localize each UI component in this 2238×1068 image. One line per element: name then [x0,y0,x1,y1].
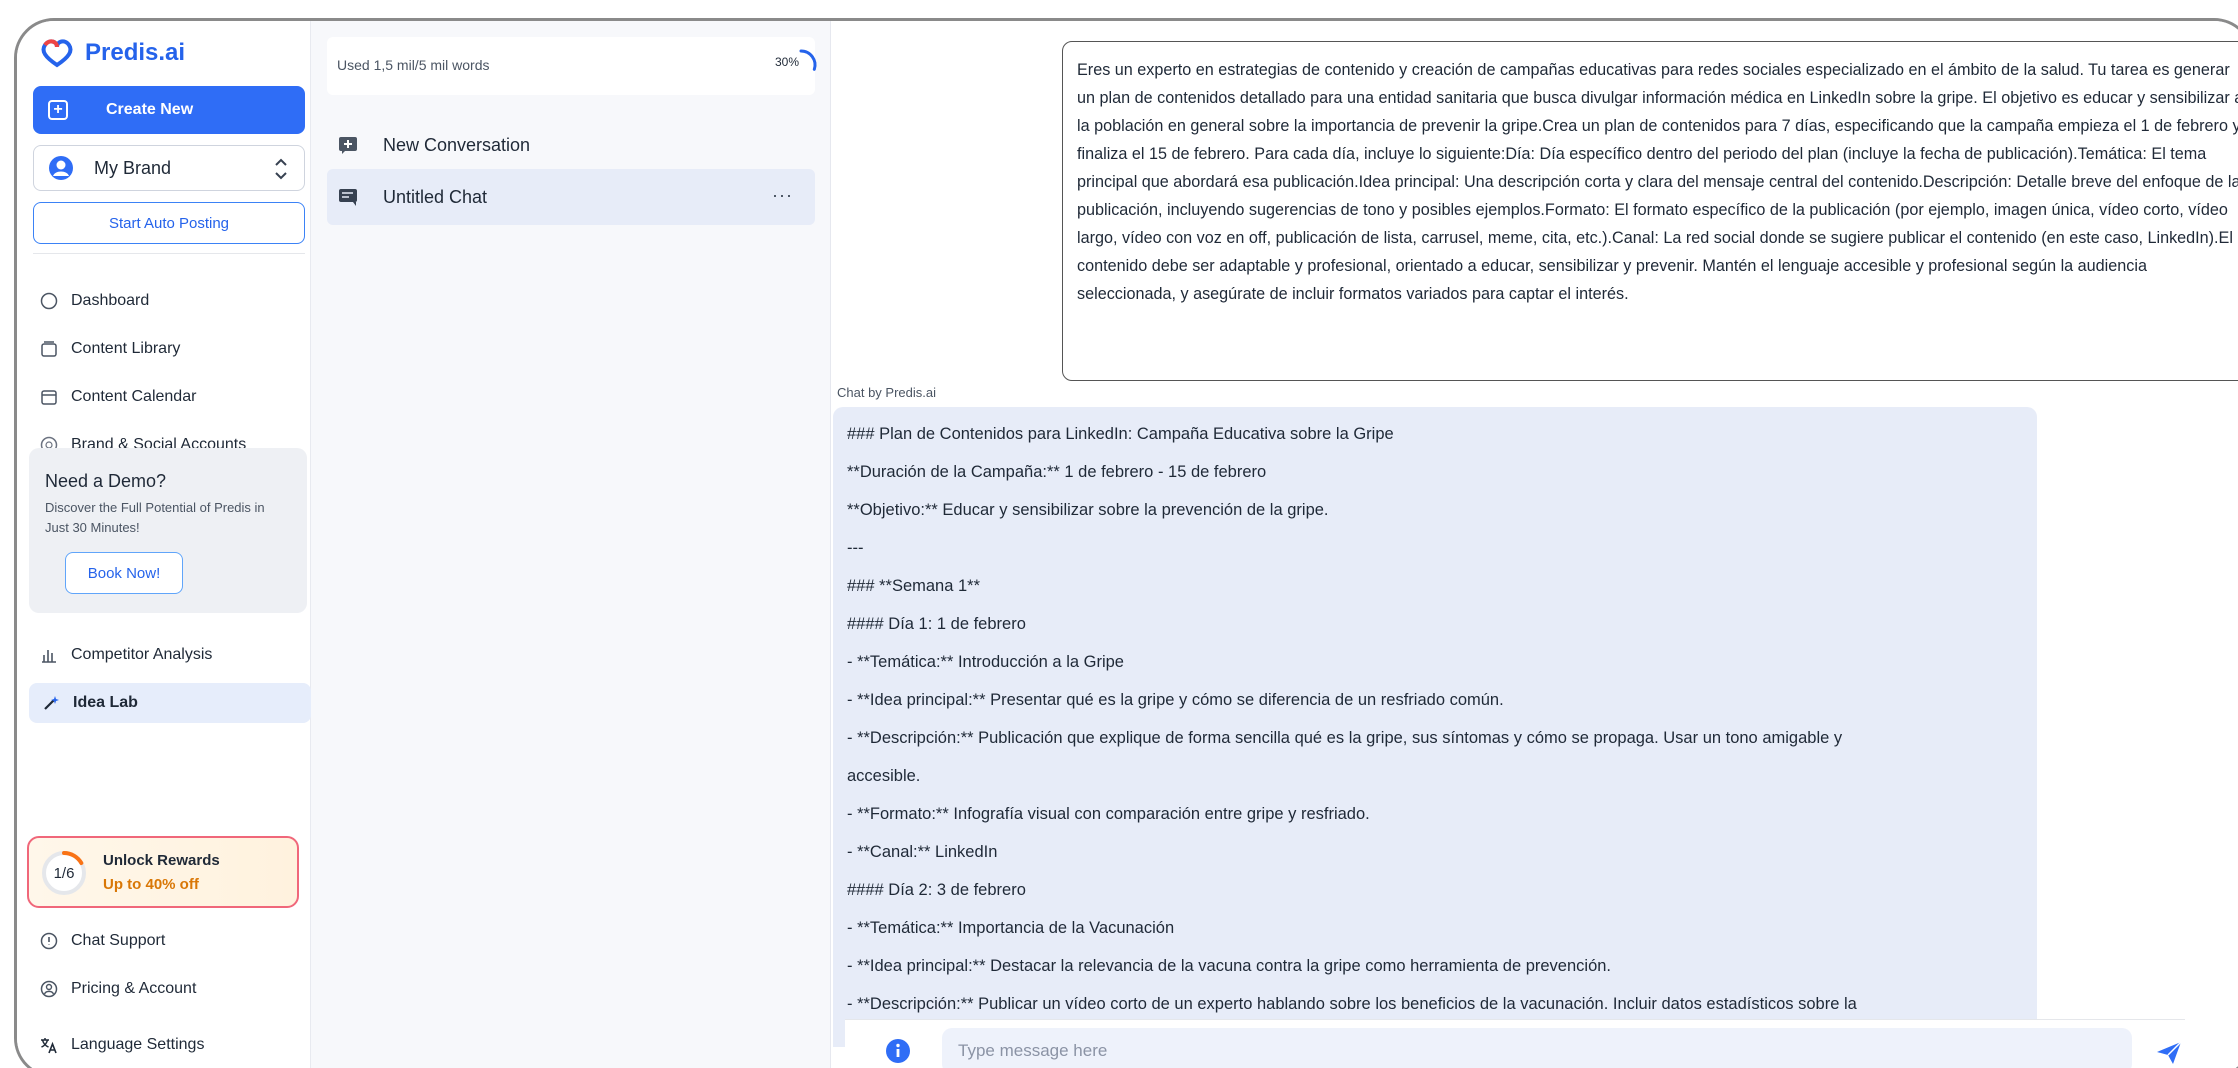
chat-by-label: Chat by Predis.ai [837,385,936,400]
calendar-icon [41,390,57,405]
reply-line: - **Temática:** Importancia de la Vacuna… [847,919,1175,937]
sidebar-item-label: Dashboard [71,292,150,309]
sidebar-item-label: Competitor Analysis [71,646,213,663]
reply-line: - **Idea principal:** Destacar la releva… [847,957,1612,975]
sidebar-item-label: Chat Support [71,932,166,949]
reply-line: - **Temática:** Introducción a la Gripe [847,653,1124,671]
library-icon [41,341,57,357]
chat-icon [339,189,357,206]
reply-line: accesible. [847,767,921,785]
send-icon[interactable] [2155,1040,2183,1066]
assistant-reply-message: ### Plan de Contenidos para LinkedIn: Ca… [833,407,2037,1047]
sidebar-item-competitor-analysis[interactable]: Competitor Analysis [27,635,311,675]
new-conversation-label: New Conversation [383,134,531,155]
sidebar-item-label: Idea Lab [73,694,138,711]
app-window: Predis.ai + Create New My Brand Start Au… [14,18,2238,1068]
word-usage-card: Used 1,5 mil/5 mil words 30% [327,37,817,95]
home-icon [40,292,58,310]
conversation-title: Untitled Chat [383,186,488,207]
demo-card: Need a Demo? Discover the Full Potential… [29,448,307,613]
new-conversation-button[interactable]: New Conversation [327,117,815,173]
create-new-button[interactable]: + Create New [33,86,305,134]
sidebar-item-content-calendar[interactable]: Content Calendar [27,377,311,417]
sidebar: Predis.ai + Create New My Brand Start Au… [17,21,311,1068]
sidebar-item-label: Content Library [71,340,181,357]
reply-line: --- [847,539,864,557]
chat-area: Eres un experto en estrategias de conten… [831,21,2238,1068]
demo-title: Need a Demo? [45,471,167,491]
wand-icon [44,696,59,710]
chevron-updown-icon [275,158,287,180]
message-composer [845,1019,2185,1068]
create-new-label: Create New [106,101,194,118]
translate-icon [41,1038,57,1054]
book-now-button[interactable]: Book Now! [65,552,183,594]
reply-line: ### **Semana 1** [847,577,981,595]
user-prompt-message: Eres un experto en estrategias de conten… [1062,41,2238,381]
rewards-progress-text: 1/6 [53,864,75,882]
reply-line: - **Descripción:** Publicación que expli… [847,729,1843,747]
usage-progress-arc [799,49,817,71]
sidebar-item-pricing-account[interactable]: Pricing & Account [27,969,311,1009]
sidebar-item-label: Language Settings [71,1036,205,1053]
conversation-panel: Used 1,5 mil/5 mil words 30% New Convers… [311,21,831,1068]
divider [33,253,305,254]
reply-line: - **Formato:** Infografía visual con com… [847,805,1370,823]
new-chat-icon [339,137,357,154]
plus-icon: + [48,100,68,120]
help-icon [40,932,58,950]
sidebar-item-dashboard[interactable]: Dashboard [27,281,311,321]
rewards-subtitle: Up to 40% off [103,876,199,893]
start-auto-posting-button[interactable]: Start Auto Posting [33,202,305,244]
sidebar-item-content-library[interactable]: Content Library [27,329,311,369]
sidebar-item-chat-support[interactable]: Chat Support [27,921,311,961]
brand-label: My Brand [94,157,172,178]
predis-logo-icon [41,39,73,68]
reply-line: - **Idea principal:** Presentar qué es l… [847,691,1504,709]
reply-line: ### Plan de Contenidos para LinkedIn: Ca… [847,425,1394,443]
user-avatar-icon [49,156,73,180]
reply-line: #### Día 2: 3 de febrero [847,881,1026,899]
more-options-icon[interactable]: ··· [772,185,793,206]
sidebar-item-label: Pricing & Account [71,980,197,997]
message-input[interactable] [942,1028,2132,1068]
reply-line: **Objetivo:** Educar y sensibilizar sobr… [847,501,1329,519]
chart-icon [42,650,56,663]
demo-description: Discover the Full Potential of Predis in… [45,500,265,535]
info-icon[interactable] [885,1038,911,1064]
logo[interactable]: Predis.ai [39,37,185,69]
rewards-title: Unlock Rewards [103,852,220,869]
reply-line: #### Día 1: 1 de febrero [847,615,1026,633]
sidebar-item-language-settings[interactable]: Language Settings [27,1025,311,1065]
reply-line: - **Canal:** LinkedIn [847,843,998,861]
reply-line: - **Descripción:** Publicar un vídeo cor… [847,995,1857,1013]
sidebar-item-idea-lab[interactable]: Idea Lab [29,683,311,723]
app-name: Predis.ai [85,39,186,66]
unlock-rewards-card[interactable]: 1/6 Unlock Rewards Up to 40% off [27,836,299,908]
account-icon [40,980,58,998]
brand-selector[interactable]: My Brand [33,145,305,191]
sidebar-item-label: Content Calendar [71,388,197,405]
word-usage-text: Used 1,5 mil/5 mil words [337,57,490,73]
reply-line: **Duración de la Campaña:** 1 de febrero… [847,463,1267,481]
conversation-item[interactable]: Untitled Chat ··· [327,169,815,225]
